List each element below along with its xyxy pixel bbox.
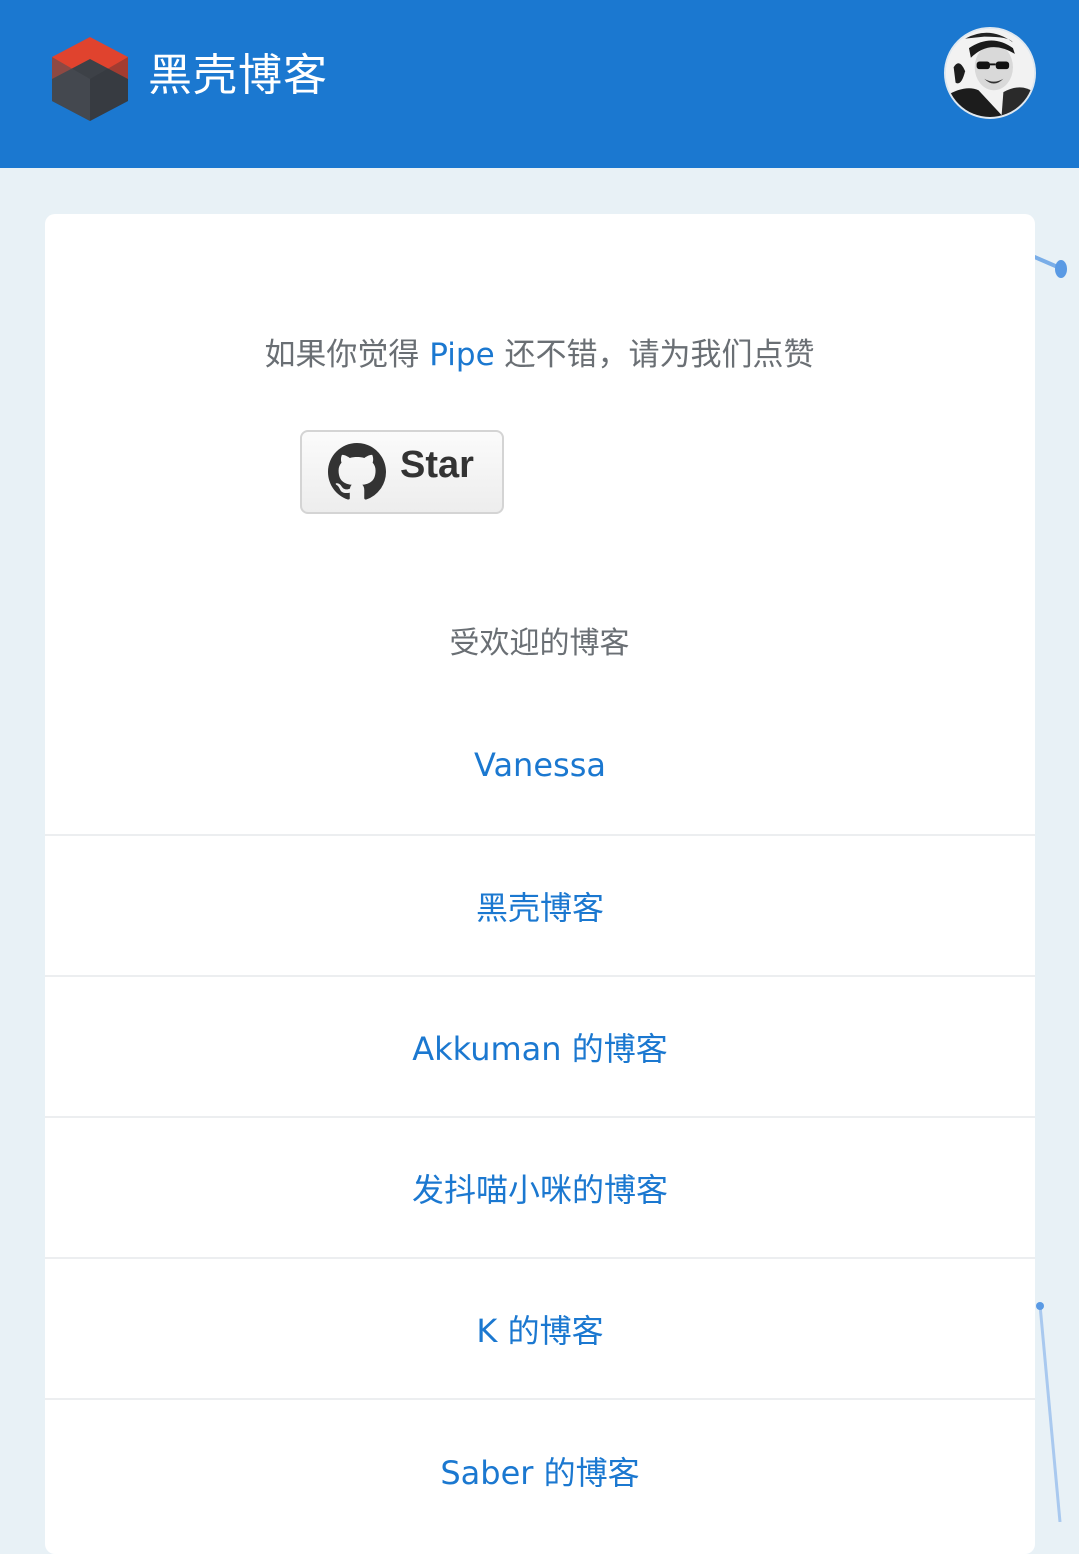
popular-blog-list: Vanessa 黑壳博客 Akkuman 的博客 发抖喵小咪的博客 K 的博客 …: [45, 695, 1035, 1541]
github-icon: [328, 443, 386, 500]
blog-link-saber[interactable]: Saber 的博客: [45, 1400, 1035, 1541]
blog-link-heike[interactable]: 黑壳博客: [45, 836, 1035, 977]
promo-text-before: 如果你觉得: [264, 337, 430, 373]
blog-link-akkuman[interactable]: Akkuman 的博客: [45, 977, 1035, 1118]
pipe-link[interactable]: Pipe: [429, 337, 494, 373]
blog-link-fadoumiao[interactable]: 发抖喵小咪的博客: [45, 1118, 1035, 1259]
app-header: 黑壳博客: [0, 0, 1079, 168]
site-title[interactable]: 黑壳博客: [148, 46, 328, 106]
cube-logo-icon[interactable]: [52, 37, 128, 121]
github-star-button[interactable]: Star: [300, 430, 504, 514]
promo-text-after: 还不错，请为我们点赞: [494, 337, 815, 373]
user-avatar[interactable]: [944, 27, 1036, 119]
promo-message: 如果你觉得 Pipe 还不错，请为我们点赞: [0, 330, 1079, 380]
blog-link-k[interactable]: K 的博客: [45, 1259, 1035, 1400]
popular-blogs-title: 受欢迎的博客: [449, 626, 630, 661]
blog-link-vanessa[interactable]: Vanessa: [45, 695, 1035, 836]
star-label: Star: [400, 443, 474, 486]
